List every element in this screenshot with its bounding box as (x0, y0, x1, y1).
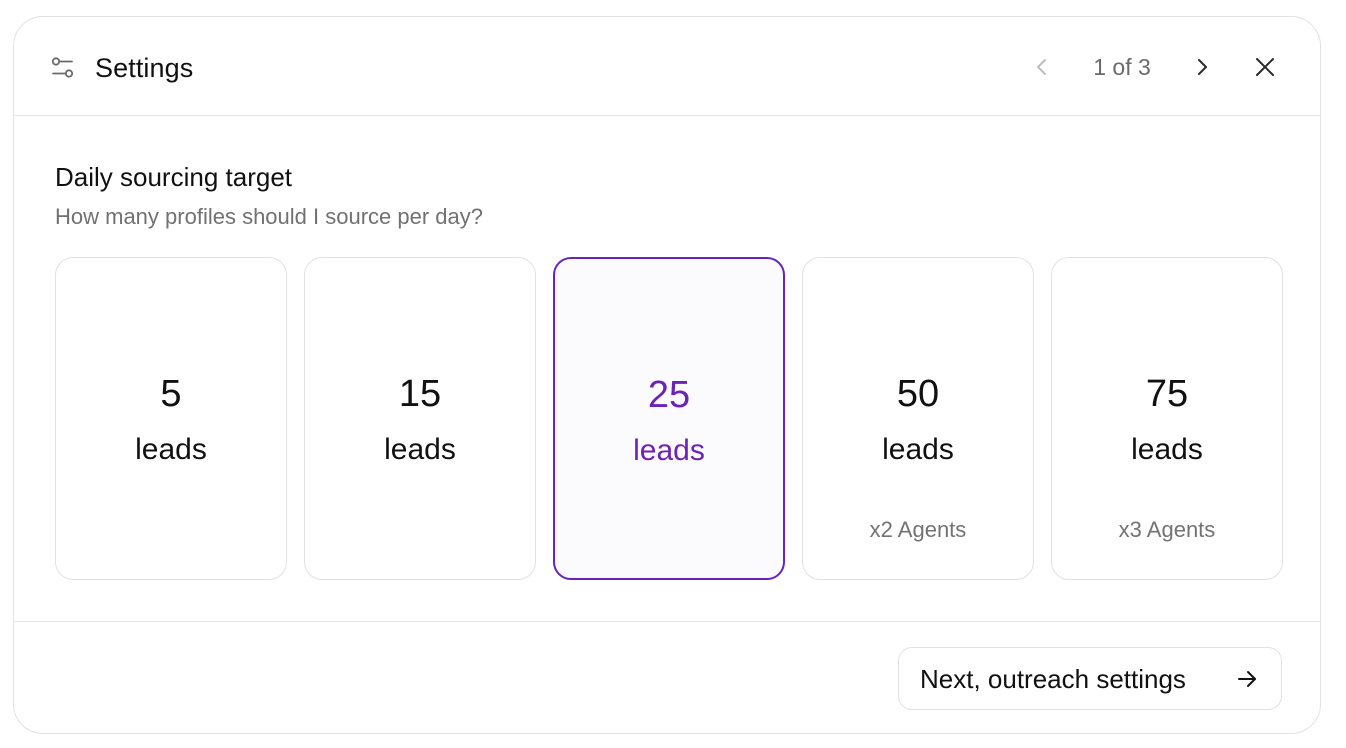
chevron-left-icon[interactable] (1029, 54, 1055, 80)
next-outreach-settings-button[interactable]: Next, outreach settings (898, 647, 1282, 710)
target-options: 5 leads 15 leads 25 leads 50 leads x2 Ag… (55, 257, 1283, 580)
option-unit: leads (882, 433, 954, 466)
option-value: 25 (647, 374, 691, 416)
footer-divider (14, 621, 1320, 622)
next-button-label: Next, outreach settings (920, 664, 1186, 694)
option-value: 15 (398, 373, 442, 415)
option-note: x3 Agents (1118, 517, 1216, 542)
option-value: 50 (896, 373, 940, 415)
arrow-right-icon (1238, 671, 1256, 687)
settings-panel: Settings 1 of 3 Daily sourcing target Ho… (13, 16, 1321, 734)
option-value: 5 (160, 373, 182, 415)
chevron-right-icon[interactable] (1189, 54, 1215, 80)
panel-header: Settings 1 of 3 (14, 17, 1320, 116)
section-subtitle: How many profiles should I source per da… (55, 204, 483, 229)
option-unit: leads (384, 433, 456, 466)
option-unit: leads (633, 434, 705, 467)
close-icon[interactable] (1252, 54, 1278, 80)
sliders-icon (51, 57, 74, 78)
section-title: Daily sourcing target (55, 162, 292, 192)
option-25-leads[interactable]: 25 leads (553, 257, 785, 580)
option-unit: leads (135, 433, 207, 466)
option-5-leads[interactable]: 5 leads (55, 257, 287, 580)
option-note: x2 Agents (869, 517, 967, 542)
panel-title: Settings (95, 53, 194, 83)
option-75-leads[interactable]: 75 leads x3 Agents (1051, 257, 1283, 580)
option-15-leads[interactable]: 15 leads (304, 257, 536, 580)
option-value: 75 (1145, 373, 1189, 415)
option-unit: leads (1131, 433, 1203, 466)
pager-indicator: 1 of 3 (1093, 54, 1151, 80)
option-50-leads[interactable]: 50 leads x2 Agents (802, 257, 1034, 580)
